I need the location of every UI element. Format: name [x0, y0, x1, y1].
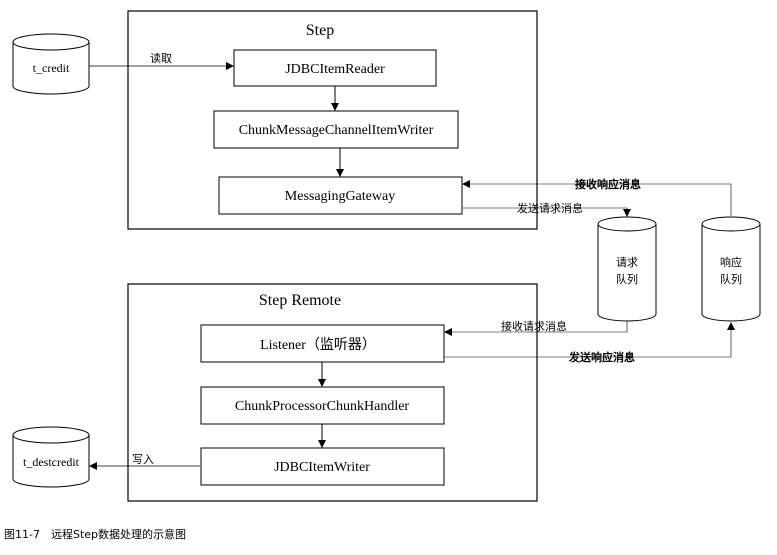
t-credit-label: t_credit [33, 61, 70, 75]
diagram-canvas: Step Step Remote JDBCItemReader ChunkMes… [0, 0, 777, 555]
response-queue-label-line2: 队列 [720, 272, 742, 286]
receive-response-label: 接收响应消息 [575, 177, 641, 191]
jdbc-item-reader-label: JDBCItemReader [285, 62, 385, 77]
jdbc-item-writer-label: JDBCItemWriter [274, 460, 370, 475]
chunk-message-channel-item-writer-label: ChunkMessageChannelItemWriter [239, 123, 434, 138]
figure-caption: 图11-7 远程Step数据处理的示意图 [4, 527, 186, 541]
response-queue-label-line1: 响应 [720, 255, 742, 269]
chunk-processor-chunk-handler-label: ChunkProcessorChunkHandler [235, 399, 410, 414]
t-destcredit-label: t_destcredit [23, 455, 80, 469]
step-title: Step [306, 22, 334, 39]
architecture-diagram: Step Step Remote JDBCItemReader ChunkMes… [4, 10, 761, 541]
step-remote-title: Step Remote [259, 292, 341, 309]
request-queue-label-line1: 请求 [616, 256, 638, 269]
receive-request-label: 接收请求消息 [501, 319, 567, 333]
listener-label: Listener（监听器） [260, 337, 376, 353]
request-queue-cylinder [597, 216, 657, 322]
read-label: 读取 [150, 51, 172, 65]
messaging-gateway-label: MessagingGateway [285, 189, 395, 204]
send-response-label: 发送响应消息 [568, 350, 635, 364]
write-label: 写入 [132, 453, 154, 466]
request-queue-label-line2: 队列 [616, 272, 638, 286]
send-request-label: 发送请求消息 [517, 201, 583, 215]
response-queue-cylinder [701, 216, 761, 322]
